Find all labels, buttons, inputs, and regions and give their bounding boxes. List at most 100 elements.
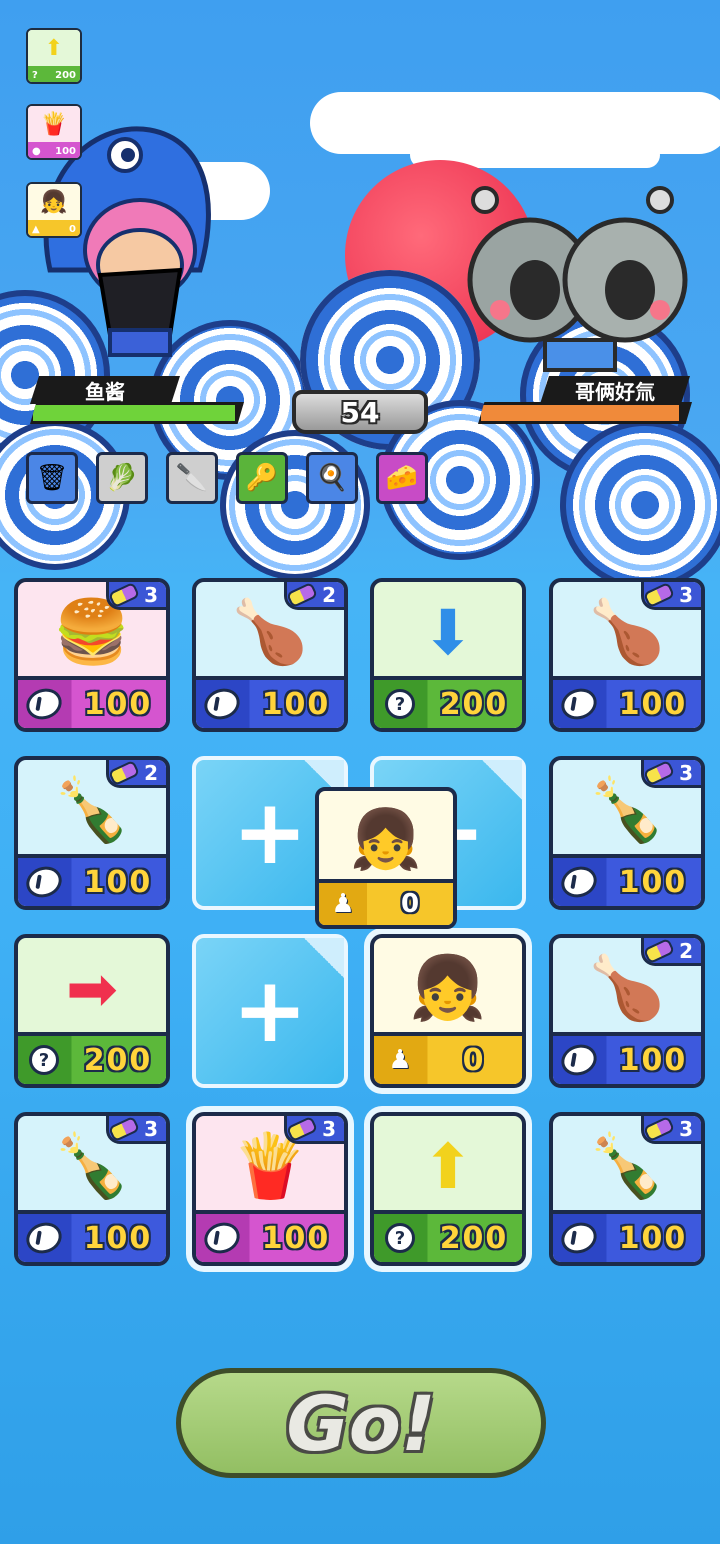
shop-card[interactable]: 👧 ♟ 0 (370, 934, 526, 1088)
game-screen: 鱼酱 哥俩好氚 54 🗑 🥬 🔪 🔑 🍳 🧀 ⬆ ? 200 🍟 ● 100 👧 ▲… (0, 0, 720, 1544)
card-cost: 100 (618, 1042, 688, 1078)
level-badge: 3 (641, 582, 701, 610)
owned-card-cost: 0 (69, 223, 76, 235)
level-badge: 2 (284, 582, 344, 610)
card-cost: 0 (462, 1042, 486, 1078)
go-button[interactable]: Go! (176, 1368, 546, 1478)
question-icon: ? (385, 689, 415, 719)
level-badge: 3 (641, 1116, 701, 1144)
enemy-character-twin-blobs (467, 186, 688, 372)
shop-card[interactable]: 🍗 3 100 (549, 578, 705, 732)
card-cost: 0 (400, 889, 420, 919)
level-badge: 3 (284, 1116, 344, 1144)
egg-icon (21, 1217, 67, 1259)
egg-icon (556, 1039, 602, 1081)
level-value: 2 (322, 582, 336, 607)
egg-icon (199, 683, 245, 725)
pill-icon (643, 582, 676, 608)
shop-card[interactable]: ➡? 200 (14, 934, 170, 1088)
key-icon[interactable]: 🔑 (236, 452, 288, 504)
shop-card[interactable]: 🍾 2 100 (14, 756, 170, 910)
player-hp-fill (33, 405, 235, 421)
cleaver-icon[interactable]: 🔪 (166, 452, 218, 504)
card-cost: 100 (618, 1220, 688, 1256)
frying-pan-icon[interactable]: 🍳 (306, 452, 358, 504)
card-cost: 200 (439, 686, 509, 722)
level-badge: 3 (641, 760, 701, 788)
person-icon: ♟ (388, 1045, 412, 1075)
round-timer: 54 (292, 390, 428, 434)
player-name: 鱼酱 (30, 376, 180, 404)
up-arrow-icon: ⬆ (44, 35, 64, 61)
egg-icon (21, 861, 67, 903)
trash-bin-icon[interactable]: 🗑 (26, 452, 78, 504)
dragging-card[interactable]: 👧 ♟ 0 (315, 787, 457, 929)
owned-card-girl[interactable]: 👧 ▲ 0 (26, 182, 82, 238)
card-cost: 100 (261, 686, 331, 722)
card-cost: 100 (83, 686, 153, 722)
card-cost: 100 (261, 1220, 331, 1256)
level-badge: 3 (106, 1116, 166, 1144)
fries-icon: 🍟 (40, 111, 68, 137)
shop-card[interactable]: 🍗 2 100 (549, 934, 705, 1088)
card-cost: 100 (83, 1220, 153, 1256)
owned-card-fries[interactable]: 🍟 ● 100 (26, 104, 82, 160)
card-cost: 100 (83, 864, 153, 900)
person-icon: ♟ (331, 889, 355, 919)
shop-card[interactable]: ⬆? 200 (370, 1112, 526, 1266)
person-icon: ▲ (32, 223, 40, 235)
egg-icon (21, 683, 67, 725)
level-badge: 2 (106, 760, 166, 788)
girl-avatar-icon: 👧 (40, 189, 68, 215)
cheese-icon[interactable]: 🧀 (376, 452, 428, 504)
level-value: 2 (679, 938, 693, 963)
pill-icon (643, 938, 676, 964)
shop-card[interactable]: 🍾 3 100 (549, 1112, 705, 1266)
pill-icon (286, 1116, 319, 1142)
level-value: 3 (322, 1116, 336, 1141)
shop-card[interactable]: ⬇? 200 (370, 578, 526, 732)
enemy-hp-bar (478, 402, 692, 424)
pill-icon (108, 1116, 141, 1142)
level-value: 3 (679, 582, 693, 607)
egg-icon (556, 861, 602, 903)
level-value: 2 (144, 760, 158, 785)
shop-card[interactable]: 🍾 3 100 (549, 756, 705, 910)
level-value: 3 (679, 760, 693, 785)
leek-icon[interactable]: 🥬 (96, 452, 148, 504)
egg-icon: ● (32, 145, 41, 157)
empty-slot[interactable]: + (192, 934, 348, 1088)
up-arrow-icon: ⬆ (422, 1129, 474, 1203)
shop-card[interactable]: 🍟 3 100 (192, 1112, 348, 1266)
question-icon: ? (29, 1045, 59, 1075)
egg-icon (199, 1217, 245, 1259)
level-badge: 3 (106, 582, 166, 610)
enemy-hp-fill (481, 405, 679, 421)
owned-card-up-arrow[interactable]: ⬆ ? 200 (26, 28, 82, 84)
shop-card[interactable]: 🍔 3 100 (14, 578, 170, 732)
plus-icon: + (232, 780, 308, 885)
level-badge: 2 (641, 938, 701, 966)
pill-icon (286, 582, 319, 608)
question-icon: ? (32, 69, 38, 81)
pill-icon (108, 582, 141, 608)
card-cost: 200 (439, 1220, 509, 1256)
pill-icon (643, 1116, 676, 1142)
girl-avatar-icon: 👧 (349, 804, 423, 873)
card-cost: 100 (618, 686, 688, 722)
egg-icon (556, 1217, 602, 1259)
pill-icon (108, 760, 141, 786)
right-arrow-icon: ➡ (66, 951, 118, 1025)
owned-card-cost: 100 (55, 145, 76, 157)
owned-card-cost: 200 (55, 69, 76, 81)
card-cost: 100 (618, 864, 688, 900)
level-value: 3 (144, 1116, 158, 1141)
shop-card[interactable]: 🍗 2 100 (192, 578, 348, 732)
question-icon: ? (385, 1223, 415, 1253)
shop-card[interactable]: 🍾 3 100 (14, 1112, 170, 1266)
plus-icon: + (232, 958, 308, 1063)
card-cost: 200 (83, 1042, 153, 1078)
player-hp-bar (30, 402, 244, 424)
egg-icon (556, 683, 602, 725)
pill-icon (643, 760, 676, 786)
